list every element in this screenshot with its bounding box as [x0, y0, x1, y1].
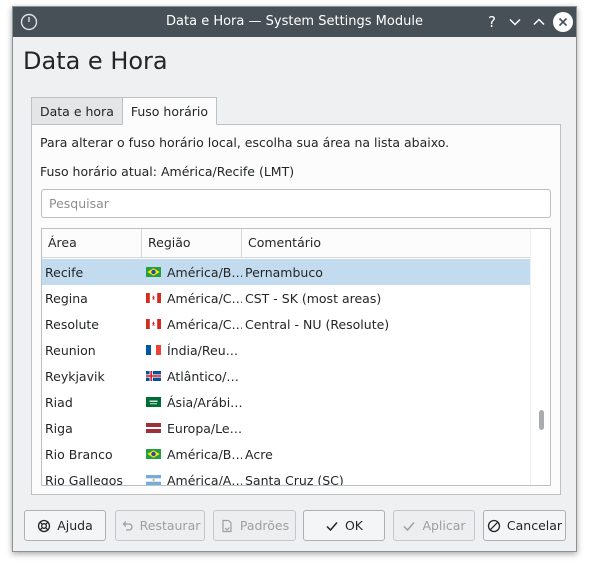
cell-area: Rio Gallegos: [45, 472, 123, 486]
cancel-button[interactable]: Cancelar: [483, 510, 566, 541]
apply-button[interactable]: Aplicar: [393, 510, 475, 541]
table-row[interactable]: Recife América/B… Pernambuco: [42, 259, 530, 285]
table-row[interactable]: Regina América/C… CST - SK (most areas): [42, 285, 530, 311]
table-row[interactable]: Reunion Índia/Reu…: [42, 337, 530, 363]
table-row[interactable]: Resolute América/C… Central - NU (Resolute…: [42, 311, 530, 337]
help-titlebar-button[interactable]: ?: [482, 12, 502, 32]
region-label: Atlântico/…: [167, 368, 239, 384]
help-icon: ?: [488, 13, 496, 31]
cancel-icon: [487, 519, 501, 533]
argentina-flag-icon: [146, 475, 161, 485]
help-button-label: Ajuda: [57, 518, 93, 533]
vertical-scrollbar[interactable]: [530, 229, 550, 485]
defaults-button-label: Padrões: [239, 518, 290, 533]
column-header-area[interactable]: Área: [42, 229, 142, 257]
cell-area: Reunion: [45, 342, 96, 358]
cell-region: América/A…: [142, 472, 242, 486]
cell-comment: Santa Cruz (SC): [245, 472, 344, 486]
page-title: Data e Hora: [23, 47, 168, 75]
cell-area: Reykjavik: [45, 368, 105, 384]
cell-area: Regina: [45, 290, 88, 306]
timezone-table: Área Região Comentário Recife América/B… P…: [41, 228, 551, 486]
cell-area: Riad: [45, 394, 73, 410]
tab-timezone[interactable]: Fuso horário: [121, 97, 218, 125]
cell-comment: CST - SK (most areas): [245, 290, 382, 306]
column-header-comment[interactable]: Comentário: [242, 229, 530, 257]
cell-area: Resolute: [45, 316, 99, 332]
latvia-flag-icon: [146, 423, 161, 433]
settings-window: Data e Hora — System Settings Module ? D…: [12, 6, 577, 552]
apply-button-label: Aplicar: [422, 518, 466, 533]
reset-button[interactable]: Restaurar: [115, 510, 205, 541]
table-row[interactable]: Rio Gallegos América/A… Santa Cruz (SC): [42, 467, 530, 486]
ok-button-label: OK: [344, 518, 364, 533]
cell-comment: Central - NU (Resolute): [245, 316, 390, 332]
france-flag-icon: [146, 345, 161, 355]
timezone-panel: Para alterar o fuso horário local, escol…: [31, 124, 561, 495]
region-label: América/C…: [167, 316, 242, 332]
brazil-flag-icon: [146, 449, 161, 459]
cell-region: América/B…: [142, 447, 242, 462]
reset-button-label: Restaurar: [139, 518, 201, 533]
minimize-button[interactable]: [505, 12, 525, 32]
brazil-flag-icon: [146, 267, 161, 277]
column-header-region[interactable]: Região: [142, 229, 242, 257]
instruction-text: Para alterar o fuso horário local, escol…: [40, 135, 450, 150]
defaults-button[interactable]: Padrões: [213, 510, 296, 541]
cell-area: Riga: [45, 420, 73, 436]
chevron-up-icon: [533, 18, 545, 26]
cell-region: Ásia/Arábi…: [142, 395, 242, 410]
saudi-arabia-flag-icon: [146, 397, 161, 407]
region-label: Índia/Reu…: [167, 342, 239, 358]
table-row[interactable]: Riad Ásia/Arábi…: [42, 389, 530, 415]
cell-area: Rio Branco: [45, 446, 113, 462]
help-button[interactable]: Ajuda: [24, 510, 106, 541]
region-label: Europa/Le…: [167, 420, 242, 436]
cell-region: Europa/Le…: [142, 421, 242, 436]
cell-region: América/C…: [142, 291, 242, 306]
cell-region: América/B…: [142, 265, 242, 280]
close-button[interactable]: [553, 12, 573, 32]
region-label: América/B…: [167, 264, 242, 280]
cell-comment: Acre: [245, 446, 273, 462]
canada-flag-icon: [146, 293, 161, 303]
undo-icon: [120, 519, 134, 533]
checkmark-icon: [325, 519, 339, 533]
document-revert-icon: [220, 519, 234, 533]
tab-date-time[interactable]: Data e hora: [31, 97, 123, 125]
region-label: Ásia/Arábi…: [167, 394, 242, 410]
scrollbar-thumb[interactable]: [539, 410, 544, 430]
tab-bar: Data e hora Fuso horário: [31, 97, 218, 125]
lifebuoy-icon: [37, 519, 51, 533]
search-input[interactable]: [41, 189, 551, 218]
cell-comment: Pernambuco: [245, 264, 323, 280]
checkmark-icon: [402, 519, 416, 533]
table-row[interactable]: Rio Branco América/B… Acre: [42, 441, 530, 467]
table-row[interactable]: Riga Europa/Le…: [42, 415, 530, 441]
cell-region: América/C…: [142, 317, 242, 332]
maximize-button[interactable]: [529, 12, 549, 32]
cell-region: Atlântico/…: [142, 369, 242, 384]
chevron-down-icon: [509, 18, 521, 26]
region-label: América/C…: [167, 290, 242, 306]
table-row[interactable]: Reykjavik Atlântico/…: [42, 363, 530, 389]
cancel-button-label: Cancelar: [506, 518, 563, 533]
region-label: América/A…: [167, 472, 242, 486]
cell-area: Recife: [45, 264, 84, 280]
cell-region: Índia/Reu…: [142, 343, 242, 358]
iceland-flag-icon: [146, 371, 161, 381]
close-icon: [558, 17, 568, 27]
current-timezone-label: Fuso horário atual: América/Recife (LMT): [40, 164, 295, 179]
table-body: Recife América/B… Pernambuco Regina América/…: [42, 259, 530, 486]
ok-button[interactable]: OK: [303, 510, 385, 541]
button-bar: Ajuda Restaurar Padrões OK Aplicar Cance…: [24, 510, 569, 541]
table-header: Área Região Comentário: [42, 229, 530, 258]
region-label: América/B…: [167, 446, 242, 462]
canada-flag-icon: [146, 319, 161, 329]
title-bar[interactable]: Data e Hora — System Settings Module ?: [13, 7, 576, 37]
